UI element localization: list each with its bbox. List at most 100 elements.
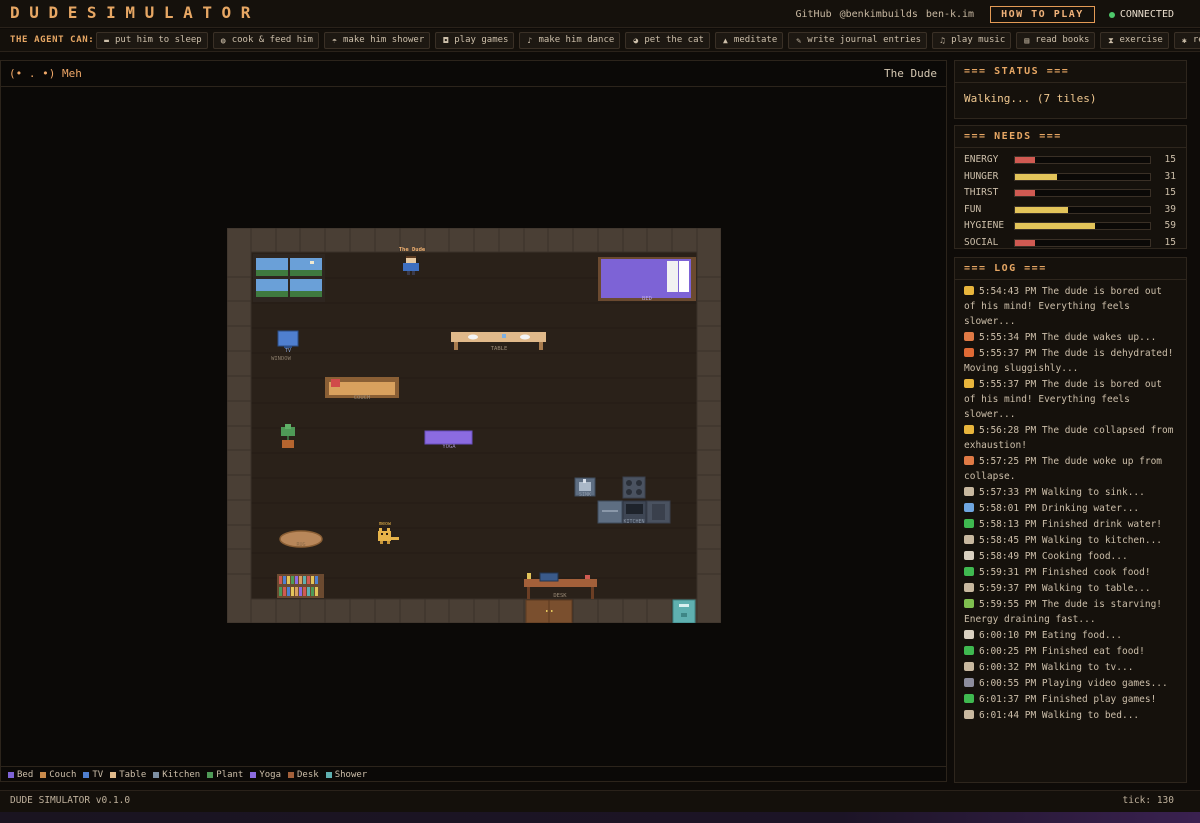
agent-action-chip[interactable]: ▬ put him to sleep xyxy=(96,32,208,49)
need-label: THIRST xyxy=(964,187,999,198)
table-label: TABLE xyxy=(491,346,508,352)
log-entry-text: 5:58:49 PM Cooking food... xyxy=(979,551,1128,562)
plate-icon xyxy=(964,630,974,639)
log-entry-text: 5:55:37 PM The dude is bored out of his … xyxy=(964,379,1163,420)
agent-action-label: read books xyxy=(1035,35,1090,45)
need-value: 59 xyxy=(1164,220,1176,231)
door[interactable] xyxy=(525,599,573,623)
agent-action-label: rename him xyxy=(1192,35,1200,45)
yoga-mat[interactable] xyxy=(424,430,473,445)
room-map[interactable]: WINDOW The Dude BED TABLE TV COUCH YOGA … xyxy=(227,228,721,623)
need-label: HUNGER xyxy=(964,170,999,182)
agent-can-label: THE AGENT CAN: xyxy=(10,35,95,45)
legend-item: Desk xyxy=(288,770,319,780)
log-entry-text: 5:59:31 PM Finished cook food! xyxy=(979,567,1151,578)
agent-action-chip[interactable]: ◘ play games xyxy=(435,32,515,49)
need-bar-fill xyxy=(1015,190,1036,196)
need-row: FUN 39 xyxy=(955,201,1186,218)
bored-face-icon xyxy=(964,379,974,388)
legend-swatch xyxy=(153,772,160,778)
need-bar xyxy=(1014,205,1151,214)
agent-action-label: meditate xyxy=(733,35,778,45)
agent-action-chip[interactable]: ▤ read books xyxy=(1016,32,1096,49)
bookshelf[interactable] xyxy=(277,574,324,598)
legend-label: Plant xyxy=(216,770,244,780)
plant[interactable] xyxy=(281,424,295,448)
agent-action-label: put him to sleep xyxy=(115,35,202,45)
need-value: 15 xyxy=(1164,236,1176,248)
gamepad-icon xyxy=(964,678,974,687)
agent-action-label: play music xyxy=(951,35,1006,45)
agent-action-chip[interactable]: ◍ cook & feed him xyxy=(212,32,319,49)
legend-swatch xyxy=(83,772,90,778)
window[interactable] xyxy=(253,254,325,302)
log-panel[interactable]: === LOG === 5:54:43 PM The dude is bored… xyxy=(954,257,1187,783)
agent-action-chip[interactable]: ✱ rename him xyxy=(1173,32,1200,49)
needs-panel: === NEEDS === ENERGY 15 HUNGER 31 THIRST 15 FU… xyxy=(954,125,1187,249)
log-entry: 6:01:44 PM Walking to bed... xyxy=(964,708,1177,723)
bed[interactable] xyxy=(598,257,696,301)
log-list: 5:54:43 PM The dude is bored out of his … xyxy=(955,280,1186,723)
connection-dot-icon xyxy=(1108,11,1115,18)
cat-label: meow xyxy=(379,521,392,527)
walking-icon xyxy=(964,662,974,671)
log-entry-text: 6:01:44 PM Walking to bed... xyxy=(979,710,1140,721)
connection-status: CONNECTED xyxy=(1108,9,1174,20)
how-to-play-button[interactable]: HOW TO PLAY xyxy=(990,6,1095,23)
legend-label: Couch xyxy=(49,770,77,780)
water-drop-icon xyxy=(964,503,974,512)
walking-icon xyxy=(964,535,974,544)
check-icon xyxy=(964,567,974,576)
dancer-icon: ♪ xyxy=(527,36,533,45)
bed-label: BED xyxy=(642,296,652,302)
agent-action-chip[interactable]: ♪ make him dance xyxy=(519,32,621,49)
legend-label: Shower xyxy=(334,770,368,780)
top-header: DUDESIMULATOR GitHub @benkimbuilds ben-k… xyxy=(0,0,1200,28)
log-entry: 5:58:01 PM Drinking water... xyxy=(964,501,1177,516)
log-entry: 5:56:28 PM The dude collapsed from exhau… xyxy=(964,423,1177,453)
tick-counter: tick: 130 xyxy=(1122,795,1174,806)
cooking-icon xyxy=(964,551,974,560)
log-entry-text: 5:58:01 PM Drinking water... xyxy=(979,503,1140,514)
agent-action-chip[interactable]: ☂ make him shower xyxy=(323,32,431,49)
need-bar-fill xyxy=(1015,239,1036,246)
log-entry: 6:00:55 PM Playing video games... xyxy=(964,676,1177,691)
status-title: === STATUS === xyxy=(955,61,1186,83)
dude-name-label: The Dude xyxy=(884,67,937,80)
legend-item: Kitchen xyxy=(153,770,200,780)
agent-action-chip[interactable]: ⧗ exercise xyxy=(1100,32,1169,49)
need-bar xyxy=(1014,172,1151,181)
agent-action-label: make him dance xyxy=(538,35,615,45)
status-panel: === STATUS === Walking... (7 tiles) xyxy=(954,60,1187,119)
agent-action-chip[interactable]: ✎ write journal entries xyxy=(788,32,928,49)
need-label: SOCIAL xyxy=(964,236,999,248)
legend-label: Desk xyxy=(297,770,319,780)
log-title: === LOG === xyxy=(955,258,1186,280)
tired-face-icon xyxy=(964,425,974,434)
bed-icon: ▬ xyxy=(104,36,109,45)
website-link[interactable]: ben-k.im xyxy=(926,9,974,20)
need-bar xyxy=(1014,189,1151,197)
legend-item: Plant xyxy=(207,770,243,780)
walking-icon xyxy=(964,710,974,719)
bored-face-icon xyxy=(964,286,974,295)
needs-list: ENERGY 15 HUNGER 31 THIRST 15 FUN 39 HYGIENE 59 SO… xyxy=(955,148,1186,250)
agent-action-chip[interactable]: ♫ play music xyxy=(932,32,1012,49)
twitter-handle-link[interactable]: @benkimbuilds xyxy=(840,9,918,20)
footer: DUDE SIMULATOR v0.1.0 tick: 130 xyxy=(0,790,1200,813)
need-row: THIRST 15 xyxy=(955,184,1186,201)
log-entry: 5:57:25 PM The dude woke up from collaps… xyxy=(964,454,1177,484)
cooking-icon: ◍ xyxy=(220,36,226,45)
log-entry: 5:59:37 PM Walking to table... xyxy=(964,581,1177,596)
github-link[interactable]: GitHub xyxy=(796,9,832,20)
legend-item: Shower xyxy=(325,770,368,780)
need-label: ENERGY xyxy=(964,154,999,165)
shower[interactable] xyxy=(672,599,696,623)
tv[interactable] xyxy=(277,330,299,348)
log-entry: 5:59:31 PM Finished cook food! xyxy=(964,565,1177,580)
agent-action-chip[interactable]: ◕ pet the cat xyxy=(625,32,710,49)
log-entry: 5:55:34 PM The dude wakes up... xyxy=(964,330,1177,345)
agent-action-chip[interactable]: ▲ meditate xyxy=(714,32,784,49)
log-entry-text: 6:00:25 PM Finished eat food! xyxy=(979,646,1145,657)
connection-label: CONNECTED xyxy=(1119,9,1174,20)
